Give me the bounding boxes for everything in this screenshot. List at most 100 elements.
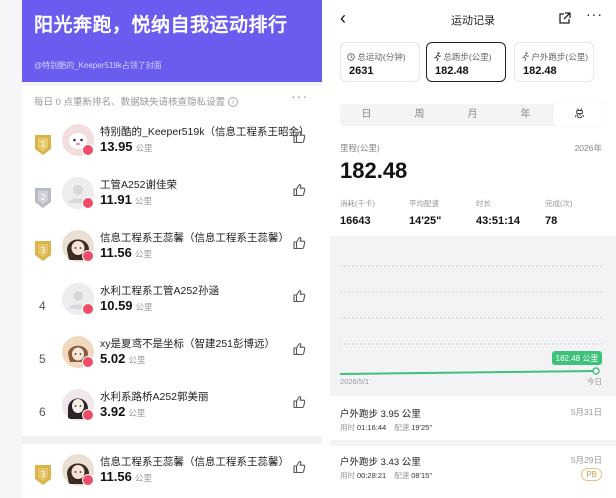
stat-tab-outdoor-running[interactable]: 户外跑步(公里) 182.48 — [514, 42, 594, 82]
location-badge-icon — [82, 144, 94, 156]
tab-total[interactable]: 总 — [553, 104, 606, 126]
stat-label: 户外跑步(公里) — [521, 51, 588, 63]
x-tick-label: 2026/5/1 — [340, 377, 369, 386]
location-badge-icon — [82, 250, 94, 262]
period-tabs: 日 周 月 年 总 — [340, 104, 606, 126]
sub-stat-value: 14'25" — [409, 215, 442, 227]
rank-number: 5 — [39, 352, 46, 366]
banner-title: 阳光奔跑，悦纳自我运动排行 — [34, 15, 288, 36]
like-icon[interactable] — [292, 460, 306, 474]
row-value: 11.56 — [100, 469, 132, 484]
like-icon[interactable] — [292, 289, 306, 303]
runner-icon — [433, 52, 442, 62]
record-pace-label: 配速 — [394, 423, 410, 432]
row-distance: 11.56 公里 — [100, 245, 152, 260]
row-value: 5.02 — [100, 351, 126, 366]
row-unit: 公里 — [134, 196, 152, 206]
leaderboard-row[interactable]: 5 xy是夏鸢不是坐标（智建251彭博远） 5.02 公里 — [22, 336, 322, 386]
stat-label-text: 户外跑步(公里) — [531, 52, 589, 62]
row-value: 11.56 — [100, 245, 132, 260]
row-name: xy是夏鸢不是坐标（智建251彭博远） — [100, 338, 276, 350]
pb-badge: PB — [581, 468, 602, 481]
row-name: 信息工程系王蕊馨（信息工程系王蕊馨） — [100, 232, 289, 244]
record-time: 01:16:44 — [357, 423, 387, 432]
row-name: 水利工程系工管A252孙涵 — [100, 285, 220, 297]
leaderboard-row[interactable]: 6 水利系路桥A252郭美丽 3.92 公里 — [22, 389, 322, 439]
share-icon[interactable] — [558, 12, 571, 25]
leaderboard-row[interactable]: 1 特别酷的_Keeper519k（信息工程系王昭金） 13.95 公里 — [22, 124, 322, 174]
page-title: 运动记录 — [451, 15, 495, 27]
medal-label: 3 — [40, 246, 45, 255]
runner-icon — [521, 52, 530, 62]
medal-label: 1 — [40, 140, 45, 149]
x-tick-label: 今日 — [587, 376, 602, 386]
record-meta: 用时 01:16:44 配速 19'25" — [340, 422, 440, 433]
record-title: 户外跑步 3.43 公里 — [340, 457, 421, 468]
like-icon[interactable] — [292, 236, 306, 250]
list-header-text: 每日 0 点重新排名、数据缺失请核查隐私设置 — [34, 97, 226, 108]
nav-bar: ‹ 运动记录 ··· — [330, 0, 616, 38]
record-divider — [330, 440, 616, 446]
sub-stat: 平均配速 14'25" — [409, 198, 441, 227]
row-value: 11.91 — [100, 192, 132, 207]
stat-tab-total-running[interactable]: 总跑步(公里) 182.48 — [426, 42, 506, 82]
tab-week[interactable]: 周 — [393, 104, 446, 126]
leaderboard-row[interactable]: 3 信息工程系王蕊馨（信息工程系王蕊馨） 11.56 公里 — [22, 230, 322, 280]
metric-label: 里程(公里) — [340, 143, 380, 153]
row-distance: 10.59 公里 — [100, 298, 153, 313]
medal-label: 2 — [40, 193, 45, 202]
row-name: 水利系路桥A252郭美丽 — [100, 391, 209, 403]
location-badge-icon — [82, 197, 94, 209]
record-time: 00:28:21 — [357, 471, 387, 480]
stat-value: 182.48 — [435, 65, 469, 77]
banner-subtitle: @特别酷的_Keeper519k占领了封面 — [34, 61, 162, 70]
clock-icon — [347, 53, 355, 61]
more-options-icon[interactable]: ··· — [291, 88, 308, 104]
record-pace: 08'15" — [411, 471, 432, 480]
bronze-medal-icon: 3 — [35, 241, 51, 261]
like-icon[interactable] — [292, 342, 306, 356]
section-divider — [22, 436, 322, 444]
list-header: 每日 0 点重新排名、数据缺失请核查隐私设置 i — [34, 94, 239, 108]
tab-month[interactable]: 月 — [446, 104, 499, 126]
silver-medal-icon: 2 — [35, 188, 51, 208]
tab-day[interactable]: 日 — [340, 104, 393, 126]
stat-tab-total-exercise[interactable]: 总运动(分钟) 2631 — [340, 42, 420, 82]
chart-value-label-group: 182.48 公里 — [552, 351, 602, 365]
record-time-label: 用时 — [340, 471, 355, 480]
record-item[interactable]: 户外跑步 3.43 公里 5月29日 用时 00:28:21 配速 08'15" PB — [330, 450, 616, 494]
sub-stat-label: 时长 — [476, 199, 491, 208]
distance-chart-svg: 182.48 公里 2026/5/1 今日 — [339, 265, 602, 386]
leaderboard-banner: 阳光奔跑，悦纳自我运动排行 @特别酷的_Keeper519k占领了封面 — [22, 0, 322, 82]
location-badge-icon — [82, 474, 94, 486]
leaderboard-row[interactable]: 2 工管A252谢佳荣 11.91 公里 — [22, 177, 322, 227]
row-distance: 11.91 公里 — [100, 192, 152, 207]
stat-value: 182.48 — [523, 65, 557, 77]
location-badge-icon — [82, 356, 94, 368]
more-icon[interactable]: ··· — [586, 6, 603, 22]
tab-year[interactable]: 年 — [499, 104, 552, 126]
like-icon[interactable] — [292, 395, 306, 409]
leaderboard-row[interactable]: 4 水利工程系工管A252孙涵 10.59 公里 — [22, 283, 322, 333]
my-rank-row[interactable]: 3 信息工程系王蕊馨（信息工程系王蕊馨） 11.56 公里 — [22, 454, 322, 498]
sub-stat-value: 43:51:14 — [476, 215, 521, 227]
bronze-medal-icon: 3 — [35, 465, 51, 485]
chart-end-dot — [592, 367, 600, 375]
like-icon[interactable] — [292, 183, 306, 197]
row-distance: 5.02 公里 — [100, 351, 145, 366]
row-distance: 3.92 公里 — [100, 404, 145, 419]
row-name: 信息工程系王蕊馨（信息工程系王蕊馨） — [100, 456, 289, 468]
record-pace-label: 配速 — [394, 471, 410, 480]
stat-label: 总跑步(公里) — [433, 51, 492, 63]
stat-label-text: 总运动(分钟) — [357, 52, 406, 62]
row-unit: 公里 — [135, 302, 153, 312]
record-meta: 用时 00:28:21 配速 08'15" — [340, 470, 440, 481]
record-date: 5月29日 — [570, 455, 602, 465]
record-time-label: 用时 — [340, 423, 355, 432]
chart-value-label: 182.48 公里 — [556, 354, 599, 363]
row-name: 工管A252谢佳荣 — [100, 179, 178, 191]
info-icon[interactable]: i — [228, 97, 239, 108]
sub-stat: 完成(次) 78 — [545, 198, 573, 227]
like-icon[interactable] — [292, 130, 306, 144]
sub-stat-label: 完成(次) — [545, 199, 573, 208]
